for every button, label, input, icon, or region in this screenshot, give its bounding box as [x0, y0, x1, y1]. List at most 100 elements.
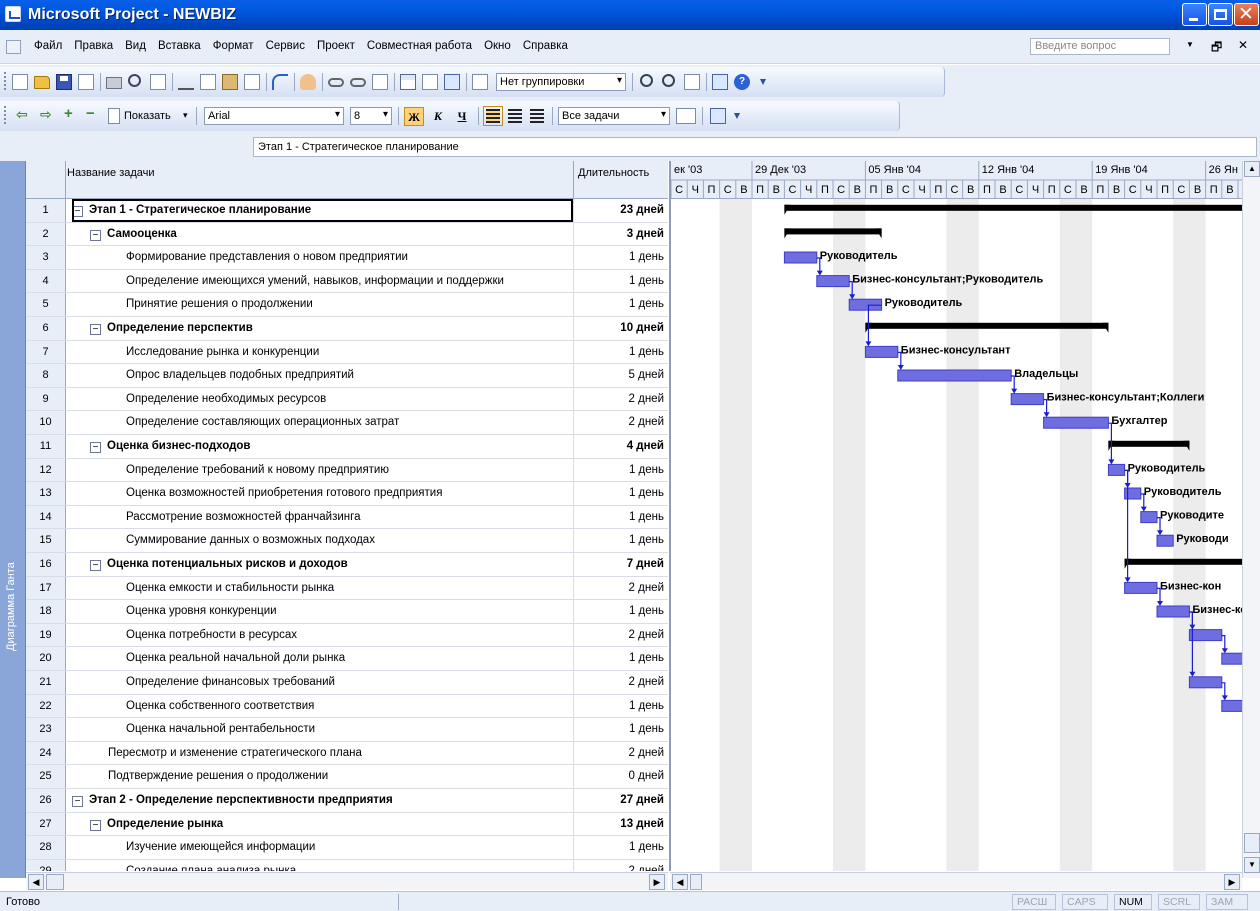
table-row[interactable]: 11 − Оценка бизнес-подходов 4 дней	[26, 435, 668, 459]
duration-cell[interactable]: 2 дней	[573, 623, 668, 647]
duration-cell[interactable]: 1 день	[573, 694, 668, 718]
collapse-toggle-icon[interactable]: −	[90, 442, 101, 453]
column-header-name[interactable]: Название задачи	[67, 167, 155, 179]
menu-item[interactable]: Правка	[74, 40, 113, 52]
duration-cell[interactable]: 4 дней	[573, 435, 668, 458]
duration-cell[interactable]: 1 день	[573, 269, 668, 293]
help-dropdown-icon[interactable]: ▼	[1186, 40, 1194, 49]
autofilter-icon[interactable]	[676, 108, 696, 124]
print-preview-icon[interactable]	[128, 74, 141, 87]
document-restore-icon[interactable]: 🗗	[1211, 38, 1222, 59]
table-row[interactable]: 18 Оценка уровня конкуренции 1 день	[26, 600, 668, 624]
duration-cell[interactable]: 1 день	[573, 293, 668, 316]
undo-icon[interactable]	[272, 74, 288, 90]
print-icon[interactable]	[106, 77, 122, 89]
row-id-cell[interactable]: 2	[26, 222, 66, 246]
publish-icon[interactable]	[444, 74, 460, 90]
unlink-tasks-icon[interactable]	[350, 78, 366, 87]
duration-cell[interactable]: 10 дней	[573, 317, 668, 340]
row-id-cell[interactable]: 26	[26, 789, 66, 812]
menu-item[interactable]: Формат	[213, 40, 254, 52]
table-row[interactable]: 22 Оценка собственного соответствия 1 день	[26, 694, 668, 719]
zoom-in-icon[interactable]	[640, 74, 653, 87]
row-id-cell[interactable]: 20	[26, 647, 66, 670]
duration-cell[interactable]: 27 дней	[573, 789, 668, 812]
table-row[interactable]: 2− Самооценка 3 дней	[26, 222, 668, 247]
row-id-cell[interactable]: 10	[26, 411, 66, 434]
row-id-cell[interactable]: 29	[26, 859, 66, 871]
column-header-duration[interactable]: Длительность	[573, 161, 668, 199]
row-id-cell[interactable]: 22	[26, 694, 66, 718]
collapse-toggle-icon[interactable]: −	[90, 324, 101, 335]
split-task-icon[interactable]	[372, 74, 388, 90]
row-id-cell[interactable]: 18	[26, 600, 66, 623]
task-name-cell[interactable]: Определение имеющихся умений, навыков, и…	[126, 270, 573, 293]
font-size-select[interactable]: 8	[350, 107, 392, 125]
menu-item[interactable]: Совместная работа	[367, 40, 472, 52]
task-name-cell[interactable]: Оценка потребности в ресурсах	[126, 624, 573, 647]
vertical-scrollbar[interactable]: ▲ ▼	[1242, 161, 1260, 878]
task-name-cell[interactable]: Определение финансовых требований	[126, 671, 573, 694]
duration-cell[interactable]: 1 день	[573, 718, 668, 741]
row-id-cell[interactable]: 23	[26, 718, 66, 741]
table-row[interactable]: 10 Определение составляющих операционных …	[26, 411, 668, 435]
table-row[interactable]: 12 Определение требований к новому предпр…	[26, 458, 668, 483]
scroll-left-icon[interactable]: ◀	[28, 874, 44, 890]
table-row[interactable]: 14 Рассмотрение возможностей франчайзинга…	[26, 505, 668, 530]
minimize-button[interactable]	[1182, 3, 1207, 26]
task-name-cell[interactable]: Принятие решения о продолжении	[126, 293, 573, 316]
collapse-toggle-icon[interactable]: −	[90, 819, 101, 831]
document-close-icon[interactable]: ✕	[1238, 38, 1248, 52]
row-id-cell[interactable]: 24	[26, 741, 66, 765]
show-subtasks-icon[interactable]: +	[64, 105, 80, 122]
task-name-cell[interactable]: Изучение имеющейся информации	[126, 836, 573, 859]
menu-item[interactable]: Справка	[523, 40, 568, 52]
row-id-cell[interactable]: 11	[26, 435, 66, 458]
open-folder-icon[interactable]	[34, 76, 50, 89]
show-menu[interactable]: Показать	[124, 110, 171, 122]
align-center-icon[interactable]	[508, 109, 522, 123]
new-document-icon[interactable]	[12, 74, 28, 90]
duration-cell[interactable]: 7 дней	[573, 553, 668, 576]
menu-item[interactable]: Проект	[317, 40, 355, 52]
row-id-cell[interactable]: 21	[26, 671, 66, 694]
show-outline-icon[interactable]	[108, 108, 120, 124]
toolbar-options-icon[interactable]	[734, 113, 740, 119]
menu-item[interactable]: Файл	[34, 40, 62, 52]
duration-cell[interactable]: 3 дней	[573, 222, 668, 246]
close-button[interactable]: ✕	[1234, 3, 1259, 26]
table-row[interactable]: 29 Создание плана анализа рынка 2 дней	[26, 859, 668, 871]
table-row[interactable]: 9 Определение необходимых ресурсов 2 дней	[26, 387, 668, 412]
table-row[interactable]: 4 Определение имеющихся умений, навыков, …	[26, 269, 668, 294]
duration-cell[interactable]: 1 день	[573, 458, 668, 482]
task-name-cell[interactable]: Подтверждение решения о продолжении	[108, 765, 573, 788]
duration-cell[interactable]: 2 дней	[573, 859, 668, 871]
duration-cell[interactable]: 23 дней	[573, 199, 668, 222]
document-icon[interactable]	[6, 40, 21, 54]
outdent-icon[interactable]: ⇦	[16, 106, 32, 122]
duration-cell[interactable]: 13 дней	[573, 812, 668, 836]
indent-icon[interactable]: ⇨	[40, 106, 56, 122]
italic-button[interactable]: К	[428, 107, 448, 126]
task-name-cell[interactable]: Определение составляющих операционных за…	[126, 411, 573, 434]
row-id-cell[interactable]: 3	[26, 246, 66, 269]
copy-view-icon[interactable]	[712, 74, 728, 90]
save-icon[interactable]	[56, 74, 72, 90]
task-name-cell[interactable]: − Оценка бизнес-подходов	[90, 435, 573, 458]
table-row[interactable]: 6− Определение перспектив 10 дней	[26, 317, 668, 341]
view-bar[interactable]: Диаграмма Ганта	[0, 161, 26, 878]
menu-item[interactable]: Вид	[125, 40, 146, 52]
hide-subtasks-icon[interactable]: −	[86, 105, 102, 122]
link-tasks-icon[interactable]	[328, 78, 344, 87]
duration-cell[interactable]: 1 день	[573, 600, 668, 623]
task-name-cell[interactable]: − Определение перспектив	[90, 317, 573, 340]
gantt-scroll-thumb[interactable]	[690, 874, 702, 890]
row-id-cell[interactable]: 28	[26, 836, 66, 859]
row-id-cell[interactable]: 9	[26, 387, 66, 411]
show-dropdown-icon[interactable]: ▾	[183, 110, 188, 121]
help-search-input[interactable]: Введите вопрос	[1030, 38, 1170, 55]
task-name-cell[interactable]: Создание плана анализа рынка	[126, 860, 573, 871]
row-id-cell[interactable]: 13	[26, 482, 66, 505]
row-id-cell[interactable]: 12	[26, 458, 66, 482]
table-row[interactable]: 5 Принятие решения о продолжении 1 день	[26, 293, 668, 317]
